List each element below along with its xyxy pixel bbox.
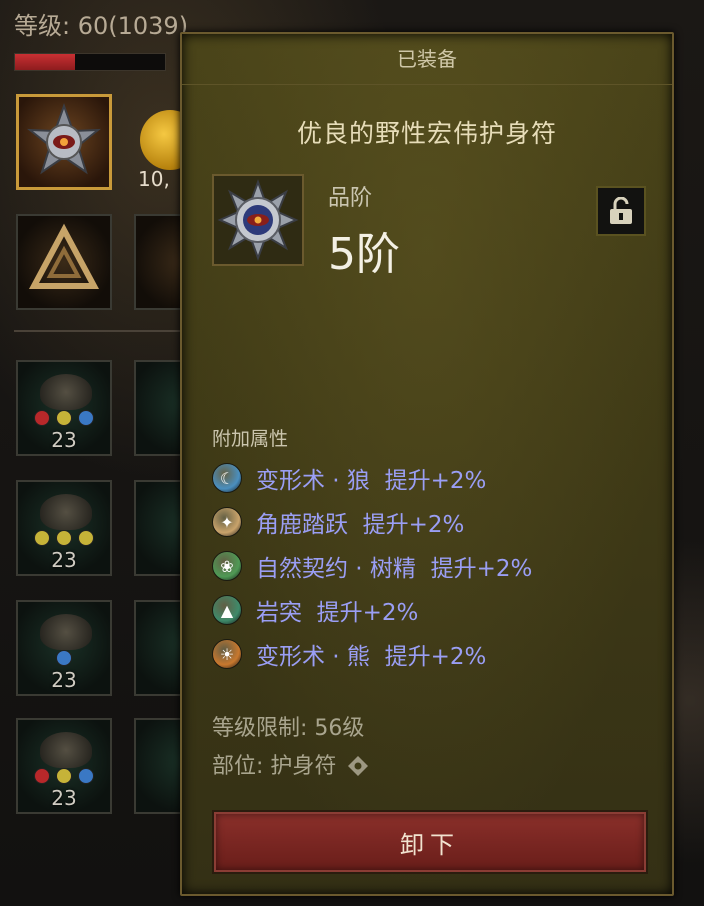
amulet-slot-icon — [26, 103, 102, 175]
item-name: 优良的野性宏伟护身符 — [296, 119, 557, 148]
item-amulet-icon — [212, 174, 304, 266]
attribute-row: ☾ 变形术 · 狼 提升+2% — [212, 456, 532, 500]
socket-gems — [18, 650, 110, 666]
slot-type-label: 部位: 护身符 — [212, 754, 337, 779]
attribute-row: ✦ 角鹿踏跃 提升+2% — [212, 500, 532, 544]
item-power: 23 — [51, 786, 77, 810]
socket-gems — [18, 410, 110, 426]
attribute-bonus: 提升+2% — [316, 600, 419, 626]
attribute-bonus: 提升+2% — [362, 512, 465, 538]
boots-icon — [40, 732, 92, 768]
werebear-skill-icon: ☀ — [212, 639, 242, 669]
item-tooltip-popup: 已装备 优良的野性宏伟护身符 品阶 5阶 附加属性 ☾ 变形术 · 狼 提升+2… — [180, 32, 674, 896]
attributes-heading: 附加属性 — [212, 428, 289, 450]
attribute-bonus: 提升+2% — [430, 556, 533, 582]
slot-type: 部位: 护身符 — [212, 748, 369, 780]
helm-icon — [40, 374, 92, 410]
attribute-skill-name: 岩突 — [256, 600, 302, 626]
gear-slot-7[interactable]: 23 — [16, 718, 112, 814]
unequip-button[interactable]: 卸下 — [214, 812, 646, 872]
attribute-bonus: 提升+2% — [384, 644, 487, 670]
xp-bar-fill — [15, 54, 75, 70]
unlock-button[interactable] — [596, 186, 646, 236]
amulet-slot[interactable] — [16, 94, 112, 190]
attribute-row: ☀ 变形术 · 熊 提升+2% — [212, 632, 532, 676]
xp-bar — [14, 53, 166, 71]
rock-spike-skill-icon: ▲ — [212, 595, 242, 625]
socket-gems — [18, 768, 110, 784]
attribute-list: ☾ 变形术 · 狼 提升+2% ✦ 角鹿踏跃 提升+2% ❀ 自然契约 · 树精… — [212, 456, 532, 676]
stag-leap-skill-icon: ✦ — [212, 507, 242, 537]
treant-pact-skill-icon: ❀ — [212, 551, 242, 581]
attribute-row: ❀ 自然契约 · 树精 提升+2% — [212, 544, 532, 588]
character-level-label: 等级: 60(1039) — [14, 12, 189, 40]
section-divider — [14, 330, 184, 332]
equipped-header: 已装备 — [182, 34, 672, 85]
attribute-skill-name: 自然契约 · 树精 — [256, 556, 416, 582]
attribute-skill-name: 变形术 · 狼 — [256, 468, 370, 494]
gear-slot-1[interactable]: 23 — [16, 360, 112, 456]
item-power: 23 — [51, 548, 77, 572]
attribute-skill-name: 变形术 · 熊 — [256, 644, 370, 670]
socket-gems — [18, 530, 110, 546]
gauntlet-icon — [40, 494, 92, 530]
pants-icon — [40, 614, 92, 650]
item-power: 23 — [51, 428, 77, 452]
tier-label: 品阶 — [328, 186, 373, 211]
level-requirement: 等级限制: 56级 — [212, 716, 365, 741]
triangle-rune-icon — [28, 223, 100, 289]
amulet-slot-icon — [348, 756, 369, 776]
tier-value: 5阶 — [328, 229, 400, 280]
item-power: 23 — [51, 668, 77, 692]
gear-slot-3[interactable]: 23 — [16, 480, 112, 576]
gear-slot-5[interactable]: 23 — [16, 600, 112, 696]
currency-count: 10, — [138, 167, 170, 191]
attribute-row: ▲ 岩突 提升+2% — [212, 588, 532, 632]
rune-slot[interactable] — [16, 214, 112, 310]
attribute-bonus: 提升+2% — [384, 468, 487, 494]
attribute-skill-name: 角鹿踏跃 — [256, 512, 348, 538]
unlock-icon — [610, 197, 632, 224]
werewolf-skill-icon: ☾ — [212, 463, 242, 493]
